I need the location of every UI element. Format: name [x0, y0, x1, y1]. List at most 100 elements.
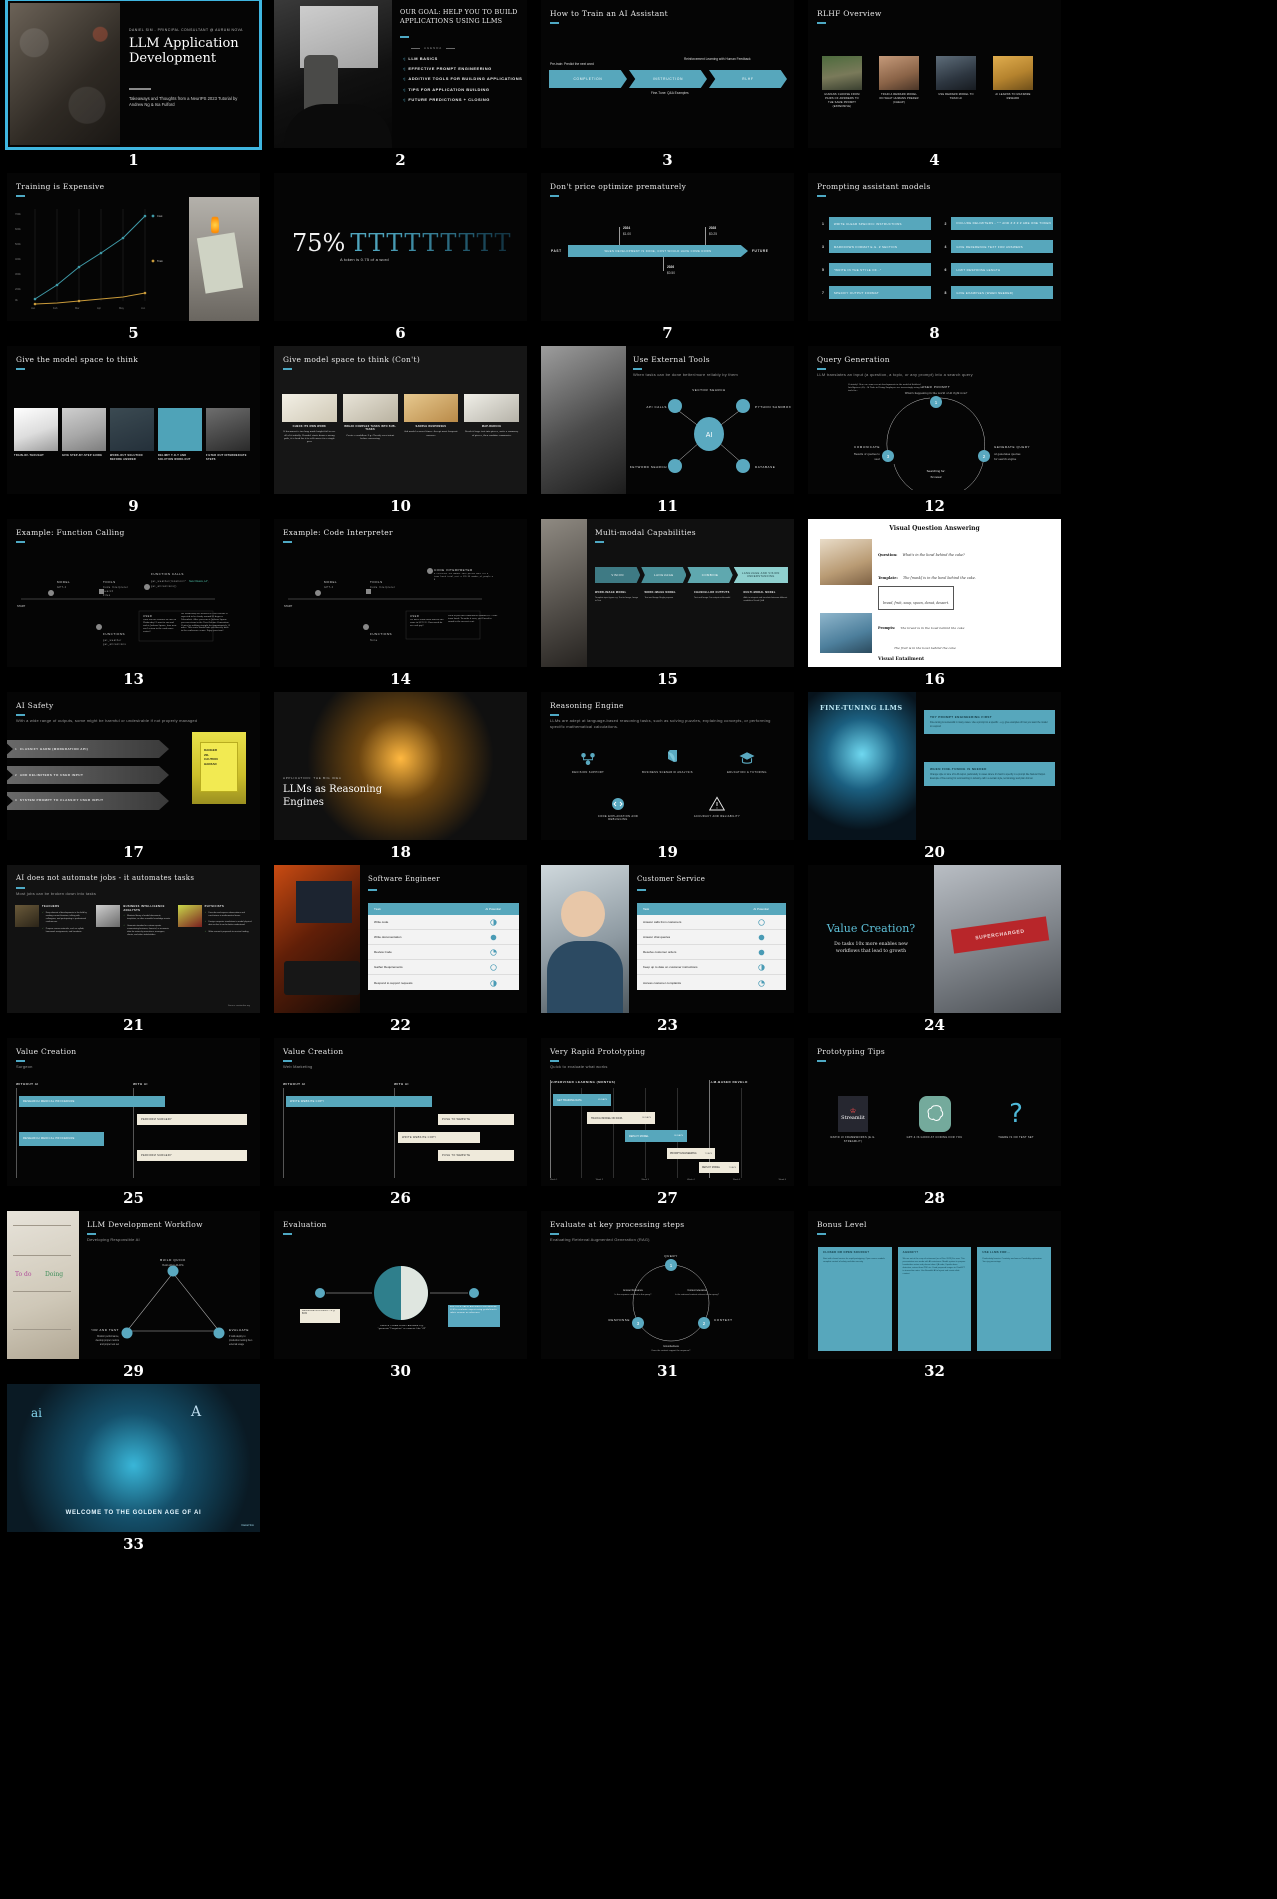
slide-cell-28[interactable]: Prototyping Tips ♔ Streamlit RAPID UI FR… [801, 1038, 1068, 1211]
customer-service-photo [541, 865, 629, 1013]
slide-thumbnail-15[interactable]: Multi-modal Capabilities VISION LANGUAGE… [541, 519, 794, 667]
slide-thumbnail-28[interactable]: Prototyping Tips ♔ Streamlit RAPID UI FR… [808, 1038, 1061, 1186]
supercharged-photo: SUPERCHARGED [934, 865, 1061, 1013]
slide-thumbnail-24[interactable]: Value Creation? Do tasks 10x more enable… [808, 865, 1061, 1013]
slide4-title: RLHF Overview [817, 9, 882, 18]
openai-logo [918, 1096, 951, 1132]
slide-thumbnail-23[interactable]: Customer Service Task AI Potential Answe… [541, 865, 794, 1013]
svg-text:Is the retrieved context relev: Is the retrieved context relevant to the… [675, 1293, 720, 1296]
slide-thumbnail-5[interactable]: Training is Expensive 700k 600k 500k 400k 3… [7, 173, 260, 321]
slide-cell-11[interactable]: Use External Tools When tasks can be don… [534, 346, 801, 519]
slide-cell-14[interactable]: Example: Code Interpreter START MODEL GPT… [267, 519, 534, 692]
svg-text:EVALUATE: EVALUATE [229, 1328, 249, 1332]
slide-cell-9[interactable]: Give the model space to think TRAIN-OF-T… [0, 346, 267, 519]
slide-thumbnail-19[interactable]: Reasoning Engine LLMs are adept at langu… [541, 692, 794, 840]
slide-thumbnail-11[interactable]: Use External Tools When tasks can be don… [541, 346, 794, 494]
slide-thumbnail-14[interactable]: Example: Code Interpreter START MODEL GPT… [274, 519, 527, 667]
slide-cell-8[interactable]: Prompting assistant models 1 WRITE CLEAR … [801, 173, 1068, 346]
slide19-title: Reasoning Engine [550, 701, 624, 710]
slide-cell-6[interactable]: 75% T T T T T T T T T A token is 0.75 of… [267, 173, 534, 346]
slide-number: 1 [128, 151, 139, 169]
slide-thumbnail-12[interactable]: Query Generation LLM translates an input… [808, 346, 1061, 494]
fine-tune-box-2: WHEN FINE-TUNING IS NEEDED Change style … [924, 762, 1055, 787]
slide-cell-12[interactable]: Query Generation LLM translates an input… [801, 346, 1068, 519]
slide-cell-7[interactable]: Don't price optimize prematurely 2024 $1… [534, 173, 801, 346]
slide-thumbnail-7[interactable]: Don't price optimize prematurely 2024 $1… [541, 173, 794, 321]
slide-thumbnail-18[interactable]: APPLICATION: THE BIG IDEA LLMs as Reason… [274, 692, 527, 840]
slide-cell-5[interactable]: Training is Expensive 700k 600k 500k 400k 3… [0, 173, 267, 346]
slide-number: 6 [395, 324, 406, 342]
slide-thumbnail-4[interactable]: RLHF Overview HUMANS CHOOSE FROM PAIRS O… [808, 0, 1061, 148]
burning-money-photo [189, 197, 259, 321]
slide-cell-31[interactable]: Evaluate at key processing steps Evaluat… [534, 1211, 801, 1384]
slide-thumbnail-27[interactable]: Very Rapid Prototyping Quick to evaluate… [541, 1038, 794, 1186]
slide-thumbnail-8[interactable]: Prompting assistant models 1 WRITE CLEAR … [808, 173, 1061, 321]
slide-cell-26[interactable]: Value Creation Web Marketing WITHOUT AI … [267, 1038, 534, 1211]
slide-number: 8 [929, 324, 940, 342]
slide-thumbnail-22[interactable]: Software Engineer Task AI Potential Writ… [274, 865, 527, 1013]
slide-cell-10[interactable]: Give model space to think (Con't) CHECK … [267, 346, 534, 519]
slide-number: 17 [123, 843, 144, 861]
slide-thumbnail-21[interactable]: AI does not automate jobs - it automates… [7, 865, 260, 1013]
slide26-title: Value Creation [283, 1047, 344, 1056]
vqa-title: Visual Question Answering [889, 525, 980, 532]
slide-cell-15[interactable]: Multi-modal Capabilities VISION LANGUAGE… [534, 519, 801, 692]
bonus-boxes: CLOSED OR OPEN SOURCE? Start with closed… [818, 1247, 1051, 1351]
slide-cell-21[interactable]: AI does not automate jobs - it automates… [0, 865, 267, 1038]
slide-cell-19[interactable]: Reasoning Engine LLMs are adept at langu… [534, 692, 801, 865]
slide-cell-33[interactable]: ai A WELCOME TO THE GOLDEN AGE OF AI Dan… [0, 1384, 267, 1557]
col-with-ai: WITH AI [394, 1082, 409, 1086]
query-cycle: 1 2 3 USER PROMPT What's happening in th… [854, 385, 1030, 490]
svg-text:Build with LLM APIs: Build with LLM APIs [162, 1264, 184, 1267]
slide-cell-29[interactable]: To do Doing LLM Development Workflow Dev… [0, 1211, 267, 1384]
slide-cell-30[interactable]: Evaluation MEASURE ACCURACY e.g. 80% MUL… [267, 1211, 534, 1384]
slide-thumbnail-30[interactable]: Evaluation MEASURE ACCURACY e.g. 80% MUL… [274, 1211, 527, 1359]
slide-cell-23[interactable]: Customer Service Task AI Potential Answe… [534, 865, 801, 1038]
svg-text:300k: 300k [15, 272, 21, 276]
slide-cell-18[interactable]: APPLICATION: THE BIG IDEA LLMs as Reason… [267, 692, 534, 865]
slide-cell-32[interactable]: Bonus Level CLOSED OR OPEN SOURCE? Start… [801, 1211, 1068, 1384]
supervised-col-label: SUPERVISED LEARNING (MONTHS) [550, 1080, 616, 1084]
svg-text:Files: Files [103, 594, 111, 597]
slide-cell-25[interactable]: Value Creation Surgeon WITHOUT AI WITH A… [0, 1038, 267, 1211]
cover-image [10, 3, 120, 145]
slide-thumbnail-9[interactable]: Give the model space to think TRAIN-OF-T… [7, 346, 260, 494]
slide-cell-17[interactable]: AI Safety With a wide range of outputs, … [0, 692, 267, 865]
job-columns: TEACHERS ✓ Keep abreast of developments i… [15, 905, 252, 938]
slide-cell-22[interactable]: Software Engineer Task AI Potential Writ… [267, 865, 534, 1038]
slide-thumbnail-26[interactable]: Value Creation Web Marketing WITHOUT AI … [274, 1038, 527, 1186]
cover-title: LLM Application Development [129, 36, 239, 67]
rlhf-cards: HUMANS CHOOSE FROM PAIRS OF ANSWERS TO T… [822, 56, 1033, 109]
workflow-triangle: BUILD QUICK Build with LLM APIs EVALUATE… [91, 1258, 253, 1346]
slide-cell-3[interactable]: How to Train an AI Assistant Pre-train: … [534, 0, 801, 173]
slide-thumbnail-2[interactable]: OUR GOAL: HELP YOU TO BUILD APPLICATIONS… [274, 0, 527, 148]
slide-thumbnail-32[interactable]: Bonus Level CLOSED OR OPEN SOURCE? Start… [808, 1211, 1061, 1359]
slide29-title: LLM Development Workflow [87, 1220, 203, 1229]
slide-cell-2[interactable]: OUR GOAL: HELP YOU TO BUILD APPLICATIONS… [267, 0, 534, 173]
slide-thumbnail-3[interactable]: How to Train an AI Assistant Pre-train: … [541, 0, 794, 148]
slide-thumbnail-29[interactable]: To do Doing LLM Development Workflow Dev… [7, 1211, 260, 1359]
slide-thumbnail-25[interactable]: Value Creation Surgeon WITHOUT AI WITH A… [7, 1038, 260, 1186]
slide14-title: Example: Code Interpreter [283, 528, 393, 537]
slide-thumbnail-17[interactable]: AI Safety With a wide range of outputs, … [7, 692, 260, 840]
slide-cell-20[interactable]: FINE-TUNING LLMS TRY PROMPT ENGINEERING … [801, 692, 1068, 865]
slide-thumbnail-1[interactable]: DANIEL SIM - PRINCIPAL CONSULTANT @ AURU… [5, 0, 262, 150]
slide10-title: Give model space to think (Con't) [283, 355, 421, 364]
slide-cell-13[interactable]: Example: Function Calling START MODEL GPT… [0, 519, 267, 692]
slide-cell-27[interactable]: Very Rapid Prototyping Quick to evaluate… [534, 1038, 801, 1211]
slide-cell-4[interactable]: RLHF Overview HUMANS CHOOSE FROM PAIRS O… [801, 0, 1068, 173]
slide-cell-1[interactable]: DANIEL SIM - PRINCIPAL CONSULTANT @ AURU… [0, 0, 267, 173]
slide-thumbnail-16[interactable]: Visual Question Answering Question: What… [808, 519, 1061, 667]
slide-number: 4 [929, 151, 940, 169]
slide-thumbnail-31[interactable]: Evaluate at key processing steps Evaluat… [541, 1211, 794, 1359]
slide-thumbnail-20[interactable]: FINE-TUNING LLMS TRY PROMPT ENGINEERING … [808, 692, 1061, 840]
slide25-title: Value Creation [16, 1047, 77, 1056]
slide-thumbnail-13[interactable]: Example: Function Calling START MODEL GPT… [7, 519, 260, 667]
slide-cell-24[interactable]: Value Creation? Do tasks 10x more enable… [801, 865, 1068, 1038]
slide-cell-16[interactable]: Visual Question Answering Question: What… [801, 519, 1068, 692]
svg-text:May: May [119, 306, 125, 310]
slide33-credit: Daniel Sim [241, 1524, 254, 1527]
slide-thumbnail-6[interactable]: 75% T T T T T T T T T A token is 0.75 of… [274, 173, 527, 321]
slide-thumbnail-10[interactable]: Give model space to think (Con't) CHECK … [274, 346, 527, 494]
slide-thumbnail-33[interactable]: ai A WELCOME TO THE GOLDEN AGE OF AI Dan… [7, 1384, 260, 1532]
